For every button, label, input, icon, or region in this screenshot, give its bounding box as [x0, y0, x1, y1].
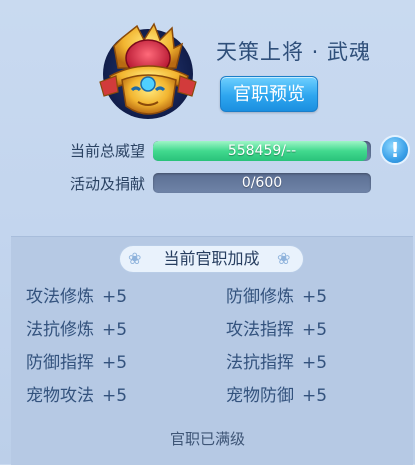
rank-maxed-status: 官职已满级 [169, 430, 245, 448]
rank-emblem-icon [99, 22, 197, 119]
bonus-value: +5 [302, 287, 328, 307]
bonus-value: +5 [102, 386, 128, 406]
bonus-value: +5 [102, 287, 128, 307]
bonus-name: 防御指挥 [26, 353, 94, 373]
info-icon[interactable]: ! [380, 135, 410, 165]
bonus-item: 防御指挥 +5 [26, 348, 127, 373]
activity-donation-bar: 0/600 [153, 173, 371, 193]
bonus-item: 防御修炼 +5 [226, 282, 327, 307]
bonus-value: +5 [102, 353, 128, 373]
bonus-name: 宠物防御 [226, 386, 294, 406]
bonus-item: 法抗指挥 +5 [226, 348, 327, 373]
bonus-name: 攻法修炼 [26, 287, 94, 307]
bonus-grid: 攻法修炼 +5 防御修炼 +5 法抗修炼 +5 攻法指挥 +5 防御指挥 +5 法抗指挥 +… [26, 282, 406, 414]
bonus-row: 防御指挥 +5 法抗指挥 +5 [26, 348, 406, 381]
total-prestige-label: 当前总威望 [69, 142, 145, 160]
bonus-item: 攻法指挥 +5 [226, 315, 327, 340]
swirl-right-icon: ❀ [277, 249, 291, 268]
activity-donation-label: 活动及捐献 [69, 175, 145, 193]
bonus-row: 攻法修炼 +5 防御修炼 +5 [26, 282, 406, 315]
bonus-row: 法抗修炼 +5 攻法指挥 +5 [26, 315, 406, 348]
bonus-value: +5 [302, 386, 328, 406]
bonus-name: 攻法指挥 [226, 320, 294, 340]
bonus-item: 宠物防御 +5 [226, 381, 327, 406]
bonus-name: 防御修炼 [226, 287, 294, 307]
bonus-item: 攻法修炼 +5 [26, 282, 127, 307]
activity-donation-value: 0/600 [241, 175, 283, 191]
bonus-name: 法抗指挥 [226, 353, 294, 373]
total-prestige-bar: 558459/-- [153, 141, 371, 161]
bonus-row: 宠物攻法 +5 宠物防御 +5 [26, 381, 406, 414]
bonus-value: +5 [302, 353, 328, 373]
bonus-item: 法抗修炼 +5 [26, 315, 127, 340]
rank-title: 天策上将 · 武魂 [216, 40, 372, 64]
bonus-value: +5 [302, 320, 328, 340]
bonus-item: 宠物攻法 +5 [26, 381, 127, 406]
total-prestige-value: 558459/-- [227, 143, 297, 159]
rank-preview-button[interactable]: 官职预览 [220, 76, 318, 112]
bonus-name: 法抗修炼 [26, 320, 94, 340]
bonus-value: +5 [102, 320, 128, 340]
bonus-panel-header: ❀ 当前官职加成 ❀ [119, 245, 304, 273]
bonus-panel-title: 当前官职加成 [163, 249, 260, 268]
bonus-name: 宠物攻法 [26, 386, 94, 406]
